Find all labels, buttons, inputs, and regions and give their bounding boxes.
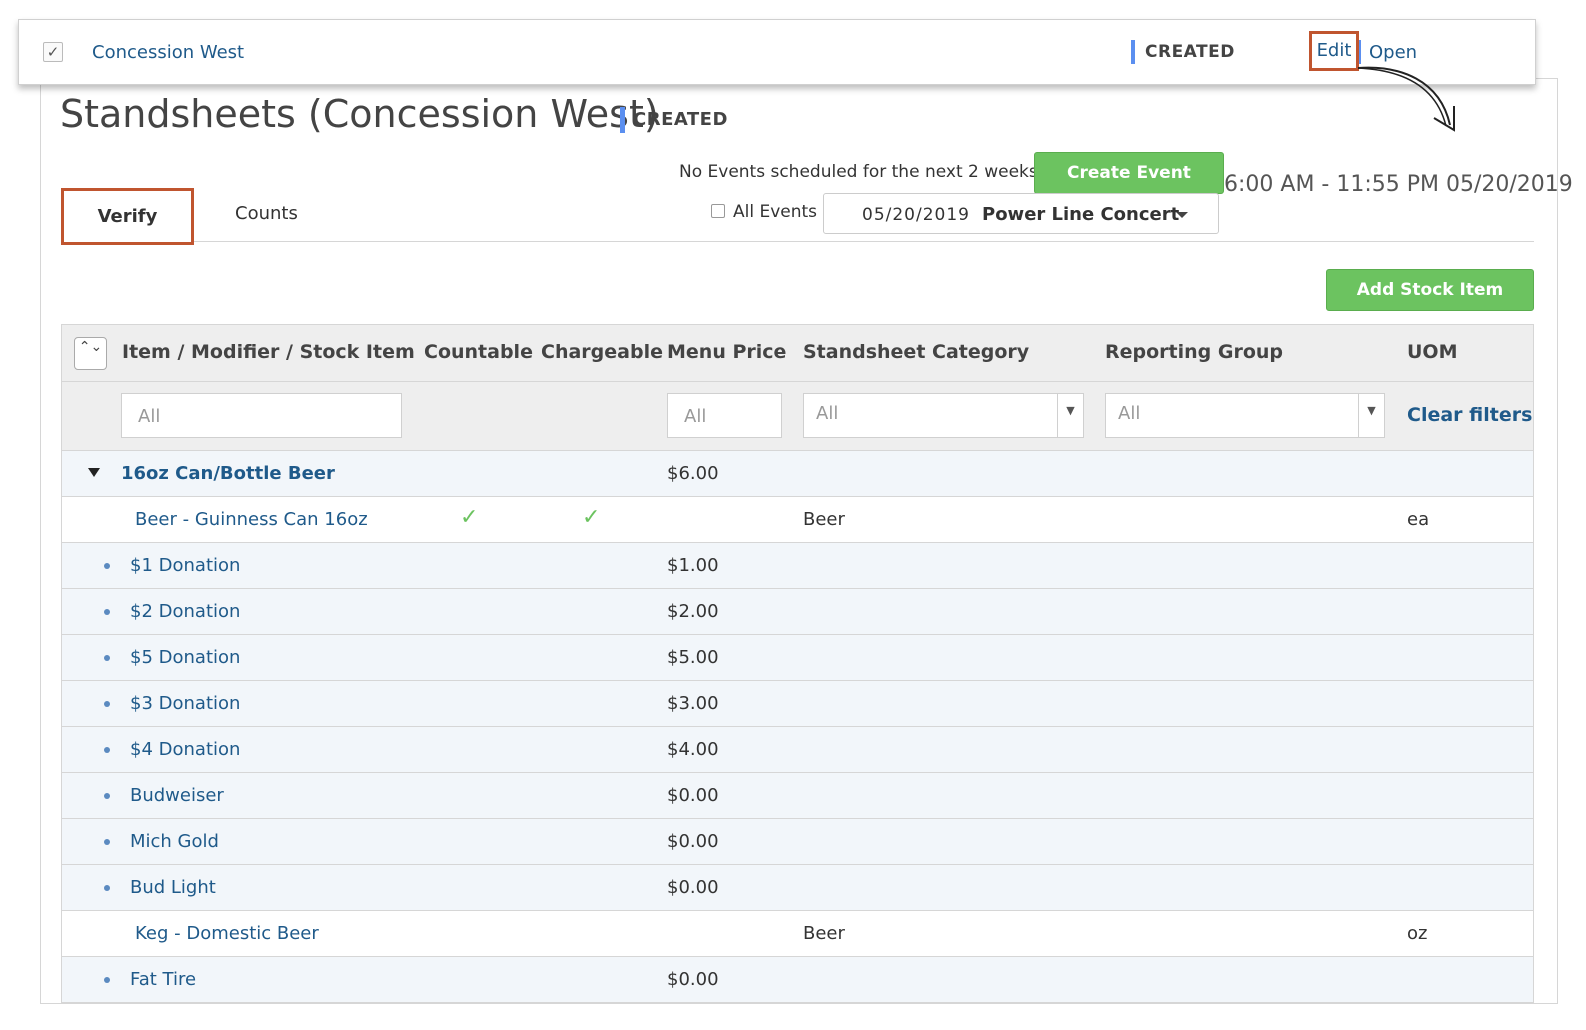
bullet-icon xyxy=(104,885,110,891)
filter-row: All All All ▼ All ▼ Clear filters xyxy=(62,382,1533,451)
location-checkbox[interactable]: ✓ xyxy=(43,42,63,62)
category-filter-value: All xyxy=(816,403,839,424)
all-events-label: All Events xyxy=(733,202,818,222)
tab-divider xyxy=(61,241,1534,242)
table-row-modifier[interactable]: $5 Donation $5.00 xyxy=(62,635,1533,681)
row-price: $5.00 xyxy=(667,647,719,668)
row-price: $0.00 xyxy=(667,969,719,990)
row-name[interactable]: Beer - Guinness Can 16oz xyxy=(135,509,368,530)
bullet-icon xyxy=(104,609,110,615)
row-category: Beer xyxy=(803,509,845,530)
bullet-icon xyxy=(104,563,110,569)
table-row-modifier[interactable]: $2 Donation $2.00 xyxy=(62,589,1533,635)
item-filter-input[interactable]: All xyxy=(121,393,402,438)
row-price: $6.00 xyxy=(667,463,719,484)
row-price: $0.00 xyxy=(667,831,719,852)
header-reporting-group[interactable]: Reporting Group xyxy=(1105,341,1283,363)
table-row-stock[interactable]: Keg - Domestic Beer Beer oz xyxy=(62,911,1533,957)
event-name: Power Line Concert xyxy=(982,204,1180,225)
table-row-modifier[interactable]: Budweiser $0.00 xyxy=(62,773,1533,819)
event-date: 05/20/2019 xyxy=(862,205,970,225)
table-row-modifier[interactable]: Bud Light $0.00 xyxy=(62,865,1533,911)
row-name[interactable]: $2 Donation xyxy=(130,601,240,622)
expand-collapse-icon[interactable]: ⌃⌄ xyxy=(74,337,107,370)
create-event-button[interactable]: Create Event xyxy=(1034,152,1224,194)
row-name[interactable]: Fat Tire xyxy=(130,969,196,990)
header-chargeable[interactable]: Chargeable xyxy=(541,341,663,363)
header-uom[interactable]: UOM xyxy=(1407,341,1458,363)
row-category: Beer xyxy=(803,923,845,944)
table-row-modifier[interactable]: Mich Gold $0.00 xyxy=(62,819,1533,865)
event-selector[interactable]: 05/20/2019 Power Line Concert xyxy=(823,193,1219,234)
row-name[interactable]: $5 Donation xyxy=(130,647,240,668)
header-countable[interactable]: Countable xyxy=(424,341,533,363)
bullet-icon xyxy=(104,793,110,799)
row-name[interactable]: $1 Donation xyxy=(130,555,240,576)
event-time-range: 6:00 AM - 11:55 PM 05/20/2019 xyxy=(1224,172,1573,197)
row-name[interactable]: Keg - Domestic Beer xyxy=(135,923,319,944)
table-header: ⌃⌄ Item / Modifier / Stock Item Countabl… xyxy=(62,325,1533,382)
row-uom: oz xyxy=(1407,923,1428,944)
row-price: $3.00 xyxy=(667,693,719,714)
bullet-icon xyxy=(104,747,110,753)
header-item[interactable]: Item / Modifier / Stock Item xyxy=(122,341,415,363)
row-price: $2.00 xyxy=(667,601,719,622)
location-name-link[interactable]: Concession West xyxy=(92,42,244,63)
location-row: ✓ Concession West CREATED Edit Open xyxy=(18,19,1536,85)
dropdown-arrow-icon: ▼ xyxy=(1358,394,1384,437)
reporting-filter-select[interactable]: All ▼ xyxy=(1105,393,1385,438)
standsheet-table: ⌃⌄ Item / Modifier / Stock Item Countabl… xyxy=(61,324,1534,1004)
dropdown-arrow-icon: ▼ xyxy=(1057,394,1083,437)
bullet-icon xyxy=(104,839,110,845)
table-row-group[interactable]: 16oz Can/Bottle Beer $6.00 xyxy=(62,451,1533,497)
row-price: $0.00 xyxy=(667,785,719,806)
row-name[interactable]: $3 Donation xyxy=(130,693,240,714)
table-row-modifier[interactable]: $3 Donation $3.00 xyxy=(62,681,1533,727)
table-row-modifier[interactable]: $1 Donation $1.00 xyxy=(62,543,1533,589)
clear-filters-link[interactable]: Clear filters xyxy=(1407,404,1532,426)
page-status-badge: CREATED xyxy=(620,107,728,133)
row-name[interactable]: Mich Gold xyxy=(130,831,219,852)
table-row-modifier[interactable]: $4 Donation $4.00 xyxy=(62,727,1533,773)
bullet-icon xyxy=(104,701,110,707)
price-filter-input[interactable]: All xyxy=(667,393,782,438)
row-name[interactable]: Budweiser xyxy=(130,785,224,806)
page-title: Standsheets (Concession West) xyxy=(60,92,659,136)
row-price: $1.00 xyxy=(667,555,719,576)
header-menu-price[interactable]: Menu Price xyxy=(667,341,786,363)
curved-arrow-icon xyxy=(1357,66,1455,132)
tab-counts[interactable]: Counts xyxy=(235,203,298,224)
category-filter-select[interactable]: All ▼ xyxy=(803,393,1084,438)
row-name[interactable]: Bud Light xyxy=(130,877,216,898)
reporting-filter-value: All xyxy=(1118,403,1141,424)
chevron-down-icon xyxy=(1176,212,1188,218)
tab-verify[interactable]: Verify xyxy=(61,188,194,245)
header-standsheet-category[interactable]: Standsheet Category xyxy=(803,341,1029,363)
no-events-notice: No Events scheduled for the next 2 weeks xyxy=(679,162,1038,182)
row-uom: ea xyxy=(1407,509,1430,530)
row-name[interactable]: $4 Donation xyxy=(130,739,240,760)
location-status-badge: CREATED xyxy=(1131,40,1235,64)
collapse-triangle-icon[interactable] xyxy=(88,468,100,477)
bullet-icon xyxy=(104,977,110,983)
add-stock-item-button[interactable]: Add Stock Item xyxy=(1326,269,1534,311)
row-name[interactable]: 16oz Can/Bottle Beer xyxy=(121,463,335,484)
countable-check-icon: ✓ xyxy=(460,505,479,530)
all-events-checkbox[interactable] xyxy=(711,204,725,218)
row-price: $4.00 xyxy=(667,739,719,760)
table-row-stock[interactable]: Beer - Guinness Can 16oz ✓ ✓ Beer ea xyxy=(62,497,1533,543)
bullet-icon xyxy=(104,655,110,661)
row-price: $0.00 xyxy=(667,877,719,898)
chargeable-check-icon: ✓ xyxy=(582,505,601,530)
table-row-modifier[interactable]: Fat Tire $0.00 xyxy=(62,957,1533,1003)
